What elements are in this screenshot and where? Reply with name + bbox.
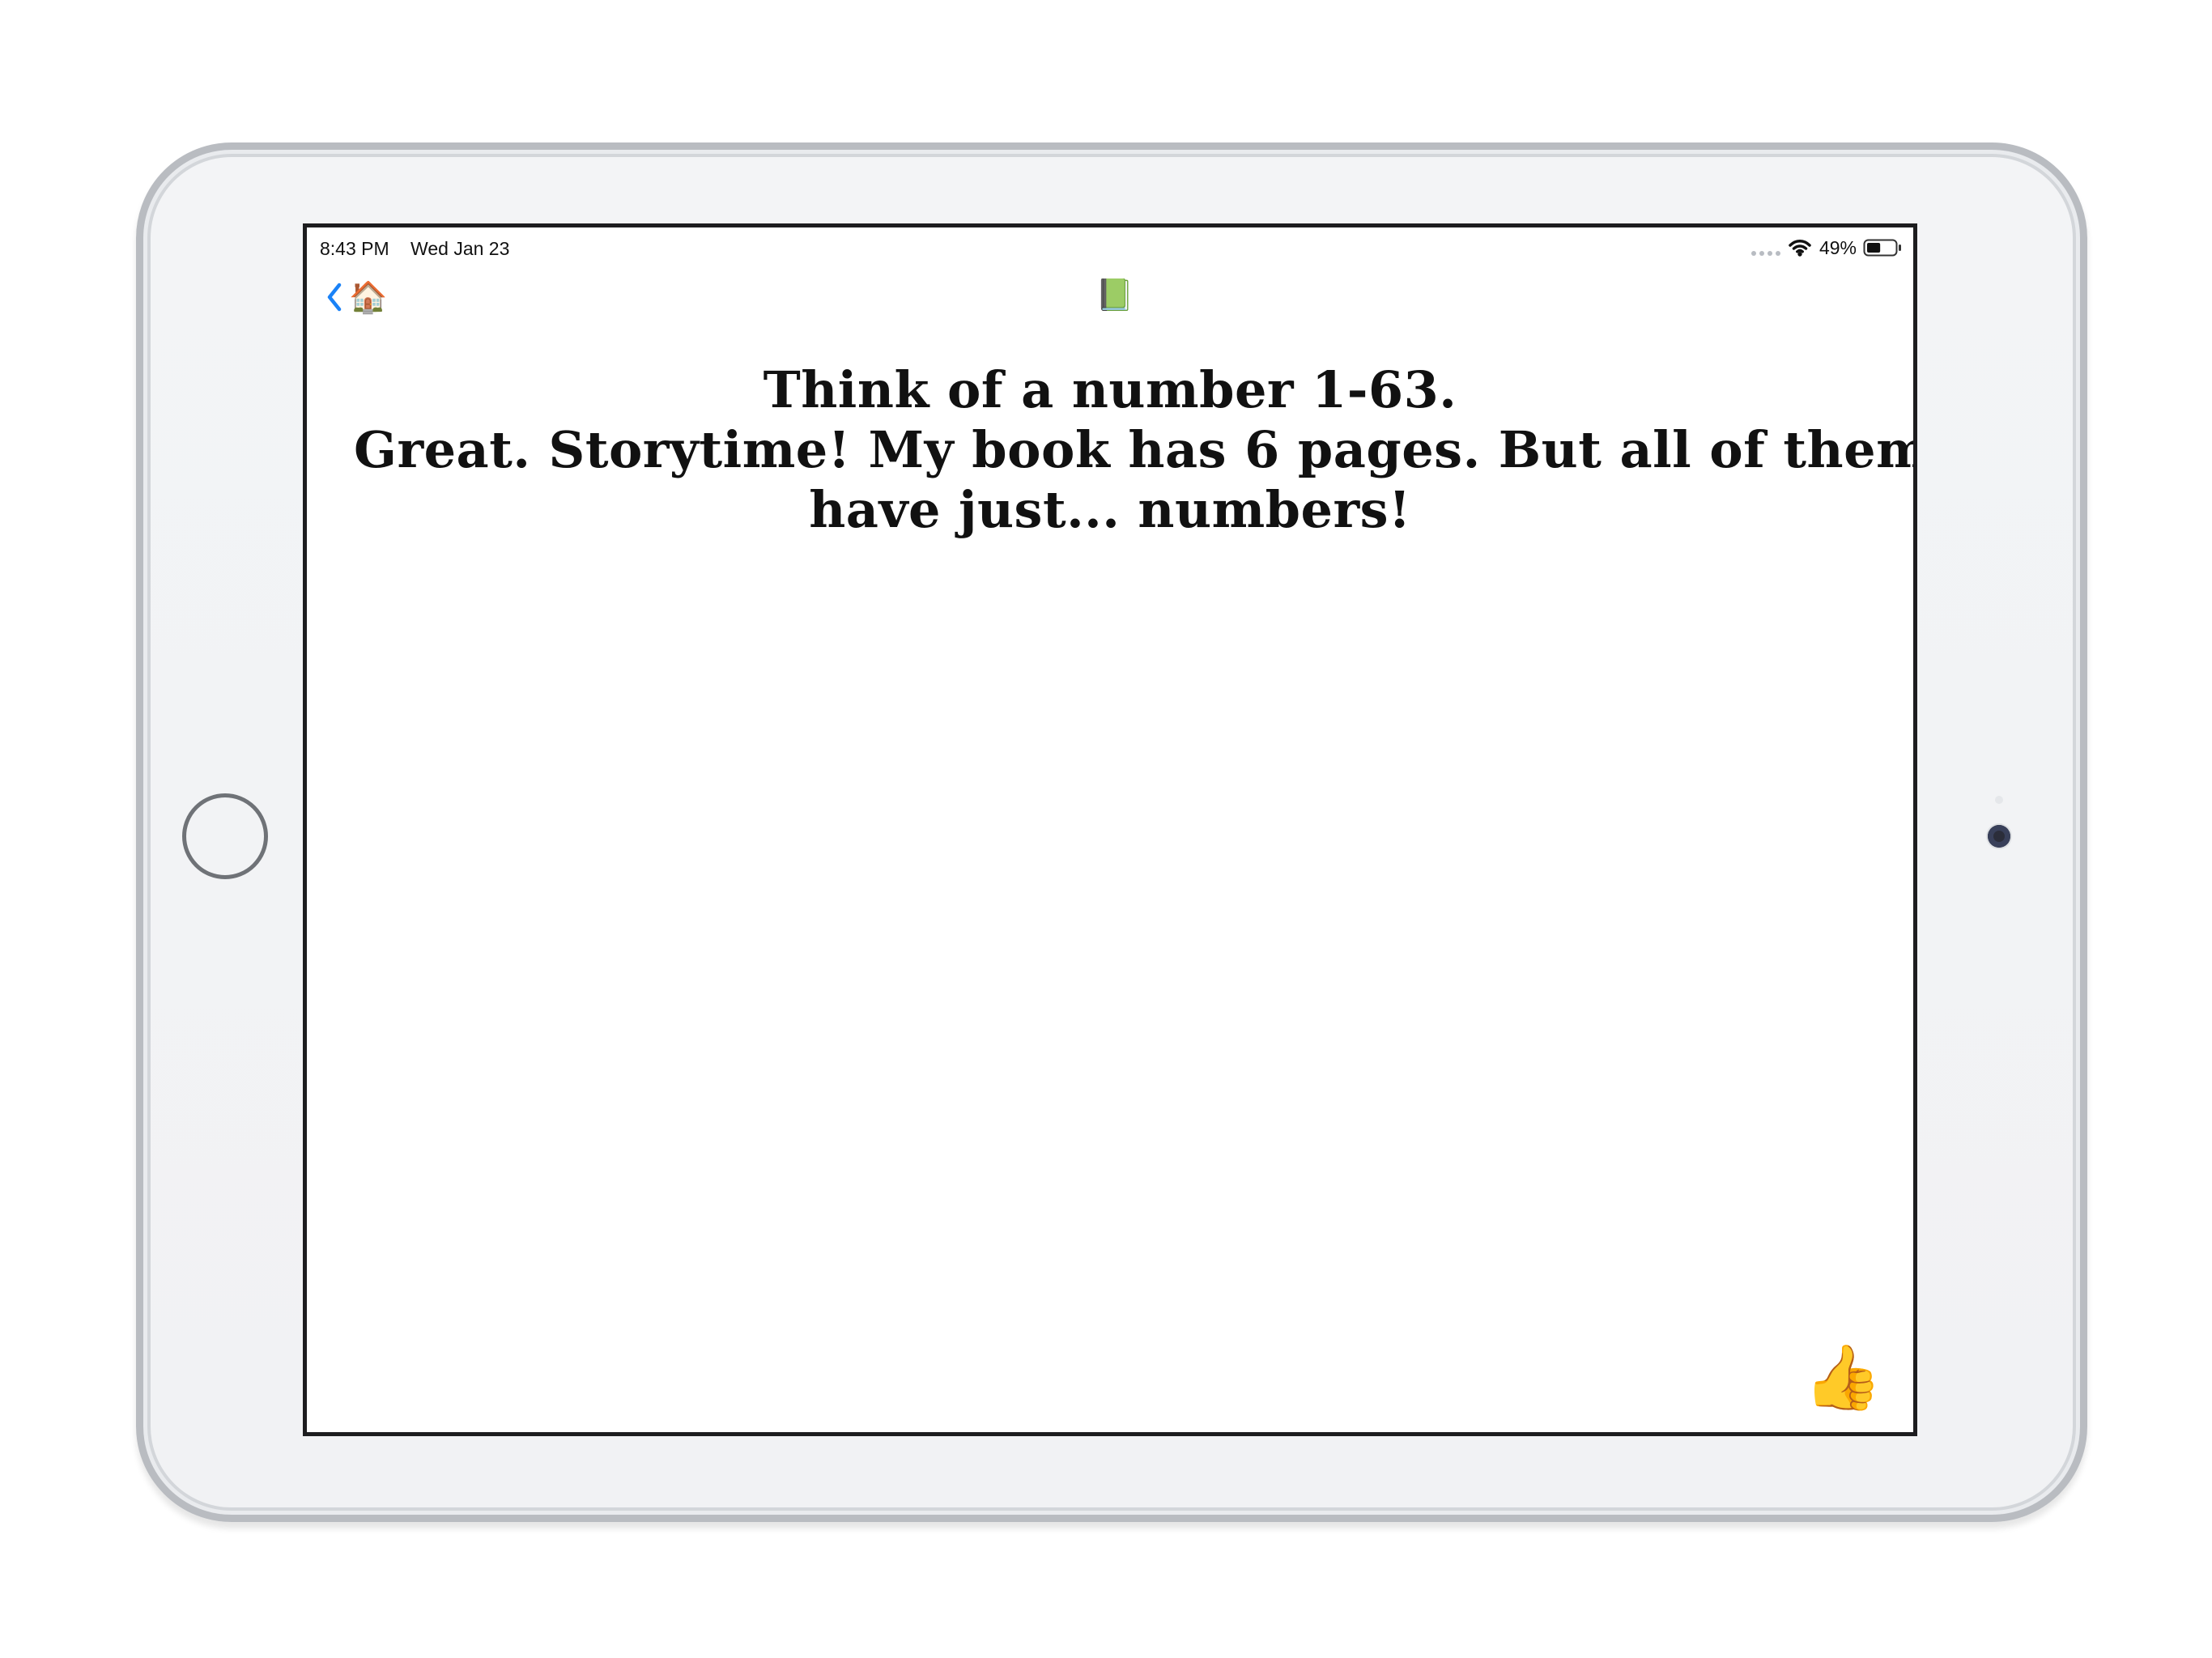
navigation-bar: 🏠 📗 bbox=[307, 273, 1913, 321]
signal-dot bbox=[1767, 251, 1772, 256]
status-right: 49% bbox=[1750, 236, 1902, 258]
status-date: Wed Jan 23 bbox=[410, 238, 510, 259]
front-sensor bbox=[1995, 796, 2003, 804]
front-camera-icon bbox=[1988, 825, 2010, 848]
battery-icon bbox=[1863, 238, 1902, 257]
status-time: 8:43 PM bbox=[320, 238, 389, 259]
signal-dot bbox=[1775, 251, 1780, 256]
status-left: 8:43 PM Wed Jan 23 bbox=[320, 238, 509, 260]
story-line-1: Think of a number 1-63. bbox=[763, 360, 1457, 419]
home-button[interactable] bbox=[182, 793, 268, 879]
story-line-2: Great. Storytime! My book has 6 pages. B… bbox=[354, 420, 1917, 479]
story-message: Think of a number 1-63. Great. Storytime… bbox=[354, 360, 1917, 540]
signal-dot bbox=[1759, 251, 1764, 256]
battery-percent: 49% bbox=[1819, 236, 1857, 258]
back-home-button[interactable]: 🏠 bbox=[325, 276, 387, 318]
wifi-icon bbox=[1789, 239, 1811, 257]
status-bar: 8:43 PM Wed Jan 23 49% bbox=[307, 227, 1913, 260]
story-line-3: have just... numbers! bbox=[809, 480, 1411, 539]
chevron-left-icon bbox=[327, 283, 342, 312]
battery-fill bbox=[1867, 243, 1881, 253]
app-screen: 8:43 PM Wed Jan 23 49% 🏠 📗 Think of a nu… bbox=[303, 223, 1917, 1436]
signal-dots-icon bbox=[1750, 240, 1780, 256]
green-book-icon: 📗 bbox=[1095, 277, 1134, 312]
signal-dot bbox=[1750, 251, 1756, 256]
house-icon: 🏠 bbox=[349, 279, 388, 315]
thumbs-up-button[interactable]: 👍 bbox=[1804, 1346, 1882, 1409]
